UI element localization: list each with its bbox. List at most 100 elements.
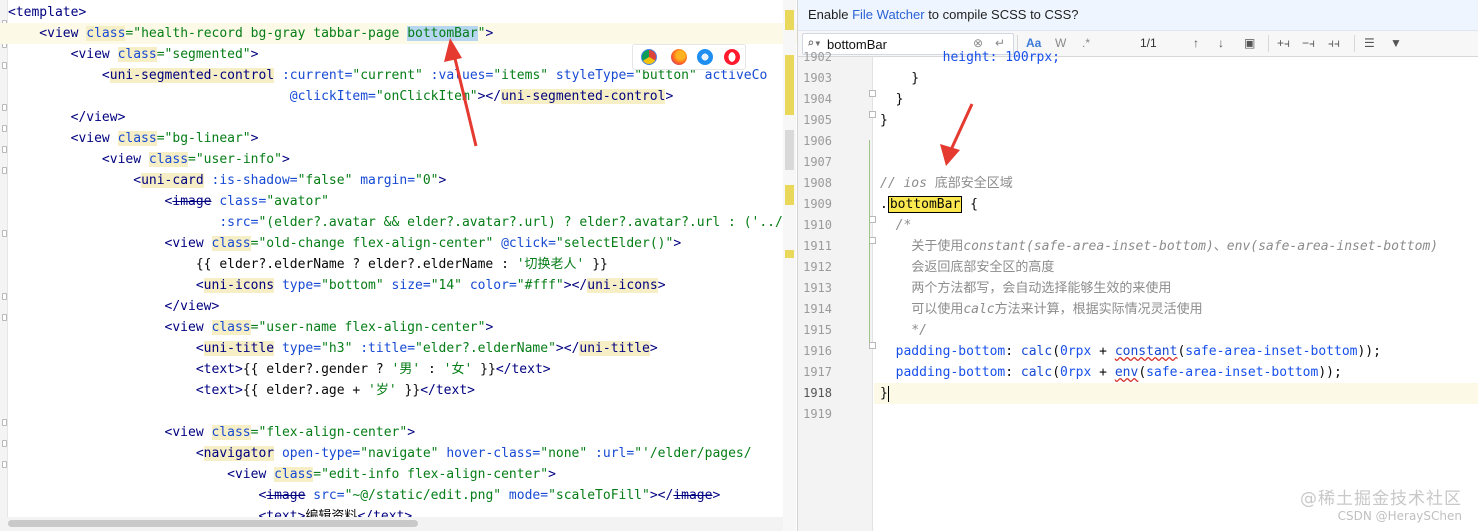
code-token: < (8, 446, 204, 461)
chrome-icon[interactable] (638, 46, 661, 68)
add-occurrence-icon[interactable]: +⫞ (1277, 35, 1290, 52)
previous-match-icon[interactable]: ↑ (1193, 35, 1199, 52)
line-number[interactable]: 1915 (798, 320, 832, 341)
code-token: hover-class= (438, 446, 541, 461)
code-line[interactable]: @clickItem="onClickItem"></uni-segmented… (0, 86, 673, 107)
code-token: > (407, 425, 416, 440)
code-line[interactable]: <text>{{ elder?.age + '岁' }}</text> (0, 380, 475, 401)
file-watcher-link[interactable]: File Watcher (852, 7, 924, 22)
match-count: 1/1 (1140, 36, 1157, 50)
line-number[interactable]: 1910 (798, 215, 832, 236)
code-line[interactable] (874, 131, 880, 152)
code-line[interactable]: } (874, 68, 919, 89)
right-editor-pane[interactable]: Enable File Watcher to compile SCSS to C… (798, 0, 1478, 531)
code-line[interactable]: <text>{{ elder?.gender ? '男' : '女' }}</t… (0, 359, 551, 380)
code-token: "'/elder/pages/ (634, 446, 752, 461)
code-line[interactable]: <uni-card :is-shadow="false" margin="0"> (0, 170, 446, 191)
code-line[interactable]: <template> (0, 2, 86, 23)
code-token: <view (8, 47, 118, 62)
code-line[interactable]: {{ elder?.elderName ? elder?.elderName :… (0, 254, 608, 275)
code-token: } (880, 71, 920, 86)
line-number[interactable]: 1916 (798, 341, 832, 362)
code-line[interactable]: <view class="old-change flex-align-cente… (0, 233, 681, 254)
safari-icon[interactable] (697, 49, 714, 65)
code-token: height: 100rpx; (880, 50, 1061, 65)
line-number[interactable]: 1914 (798, 299, 832, 320)
code-line[interactable]: <navigator open-type="navigate" hover-cl… (0, 443, 752, 464)
code-line[interactable]: 关于使用constant(safe-area-inset-bottom)、env… (874, 236, 1438, 257)
right-gutter: 1902 1903 1904 1905 1906 1907 1908 1909 1910 1911… (798, 50, 876, 531)
code-line[interactable]: } (874, 383, 1478, 404)
code-token: "(elder?.avatar && elder?.avatar?.url) ?… (258, 215, 783, 230)
code-line[interactable]: <image src="~@/static/edit.png" mode="sc… (0, 485, 720, 506)
code-line[interactable]: padding-bottom: calc(0rpx + constant(saf… (874, 341, 1381, 362)
code-line[interactable]: <view class="flex-align-center"> (0, 422, 415, 443)
code-line[interactable]: padding-bottom: calc(0rpx + env(safe-are… (874, 362, 1342, 383)
code-line[interactable]: 可以使用calc方法来计算，根据实际情况灵活使用 (874, 299, 1202, 320)
code-line[interactable] (874, 152, 880, 173)
line-number[interactable]: 1911 (798, 236, 832, 257)
line-number[interactable]: 1918 (798, 383, 832, 404)
line-number[interactable]: 1919 (798, 404, 832, 425)
opera-icon[interactable] (723, 49, 740, 65)
code-line[interactable]: <uni-title type="h3" :title="elder?.elde… (0, 338, 658, 359)
code-line[interactable]: </view> (0, 296, 220, 317)
line-number[interactable]: 1904 (798, 89, 832, 110)
code-token: env(safe-area-inset-bottom) (1226, 239, 1439, 254)
right-code-area[interactable]: height: 100rpx; } }} // ios 底部安全区域. bottom… (874, 50, 1478, 531)
filter-lines-icon[interactable]: ☰ (1364, 35, 1375, 52)
filter-icon[interactable]: ▼ (1390, 35, 1402, 52)
line-number[interactable]: 1917 (798, 362, 832, 383)
code-token: < (8, 488, 267, 503)
line-number[interactable]: 1908 (798, 173, 832, 194)
code-token: + (1091, 344, 1115, 359)
firefox-icon[interactable] (670, 49, 687, 65)
next-match-icon[interactable]: ↓ (1218, 35, 1224, 52)
line-number[interactable]: 1902 (798, 47, 832, 68)
line-number[interactable]: 1903 (798, 68, 832, 89)
code-line[interactable] (0, 401, 8, 422)
code-line[interactable]: <uni-icons type="bottom" size="14" color… (0, 275, 666, 296)
line-number[interactable]: 1909 (798, 194, 832, 215)
code-line[interactable]: <image class="avator" (0, 191, 329, 212)
code-token: '切换老人' (516, 257, 585, 272)
code-token: ="bg-linear" (156, 131, 251, 146)
code-token: :url= (587, 446, 635, 461)
select-all-occurrences-icon[interactable]: ⫞⫞ (1328, 35, 1340, 52)
code-line[interactable]: . bottomBar { (874, 194, 978, 215)
code-line[interactable]: :src="(elder?.avatar && elder?.avatar?.u… (0, 212, 783, 233)
code-line[interactable]: <view class="health-record bg-gray tabba… (0, 23, 797, 44)
code-token: )); (1357, 344, 1381, 359)
code-line[interactable] (874, 404, 880, 425)
code-token: < (8, 341, 204, 356)
line-number[interactable]: 1907 (798, 152, 832, 173)
code-line[interactable]: // ios 底部安全区域 (874, 173, 1013, 194)
remove-occurrence-icon[interactable]: −⫞ (1302, 35, 1315, 52)
select-all-icon[interactable]: ▣ (1244, 35, 1255, 52)
line-number[interactable]: 1905 (798, 110, 832, 131)
code-line[interactable]: <view class="bg-linear"> (0, 128, 258, 149)
code-line[interactable]: height: 100rpx; (874, 47, 1060, 68)
line-number[interactable]: 1913 (798, 278, 832, 299)
code-line[interactable]: </view> (0, 107, 126, 128)
line-number[interactable]: 1906 (798, 131, 832, 152)
regex-toggle[interactable]: .* (1082, 35, 1090, 52)
code-line[interactable]: <view class="segmented"> (0, 44, 258, 65)
code-line[interactable]: 会返回底部安全区的高度 (874, 257, 1054, 278)
left-editor-pane[interactable]: <template> <view class="health-record bg… (0, 0, 797, 531)
code-token: > (250, 131, 259, 146)
line-number[interactable]: 1912 (798, 257, 832, 278)
horizontal-scrollbar[interactable] (8, 520, 418, 527)
code-token: image (266, 488, 306, 503)
code-token: navigator (203, 446, 275, 461)
code-token: 0rpx (1060, 344, 1092, 359)
code-line[interactable]: <view class="edit-info flex-align-center… (0, 464, 556, 485)
code-line[interactable]: } (874, 110, 888, 131)
code-line[interactable]: } (874, 89, 904, 110)
code-line[interactable]: <view class="user-name flex-align-center… (0, 317, 493, 338)
code-line[interactable]: <view class="user-info"> (0, 149, 290, 170)
code-line[interactable]: */ (874, 320, 927, 341)
vertical-scrollbar[interactable] (783, 0, 796, 531)
code-line[interactable]: 两个方法都写，会自动选择能够生效的来使用 (874, 278, 1171, 299)
code-line[interactable]: /* (874, 215, 912, 236)
